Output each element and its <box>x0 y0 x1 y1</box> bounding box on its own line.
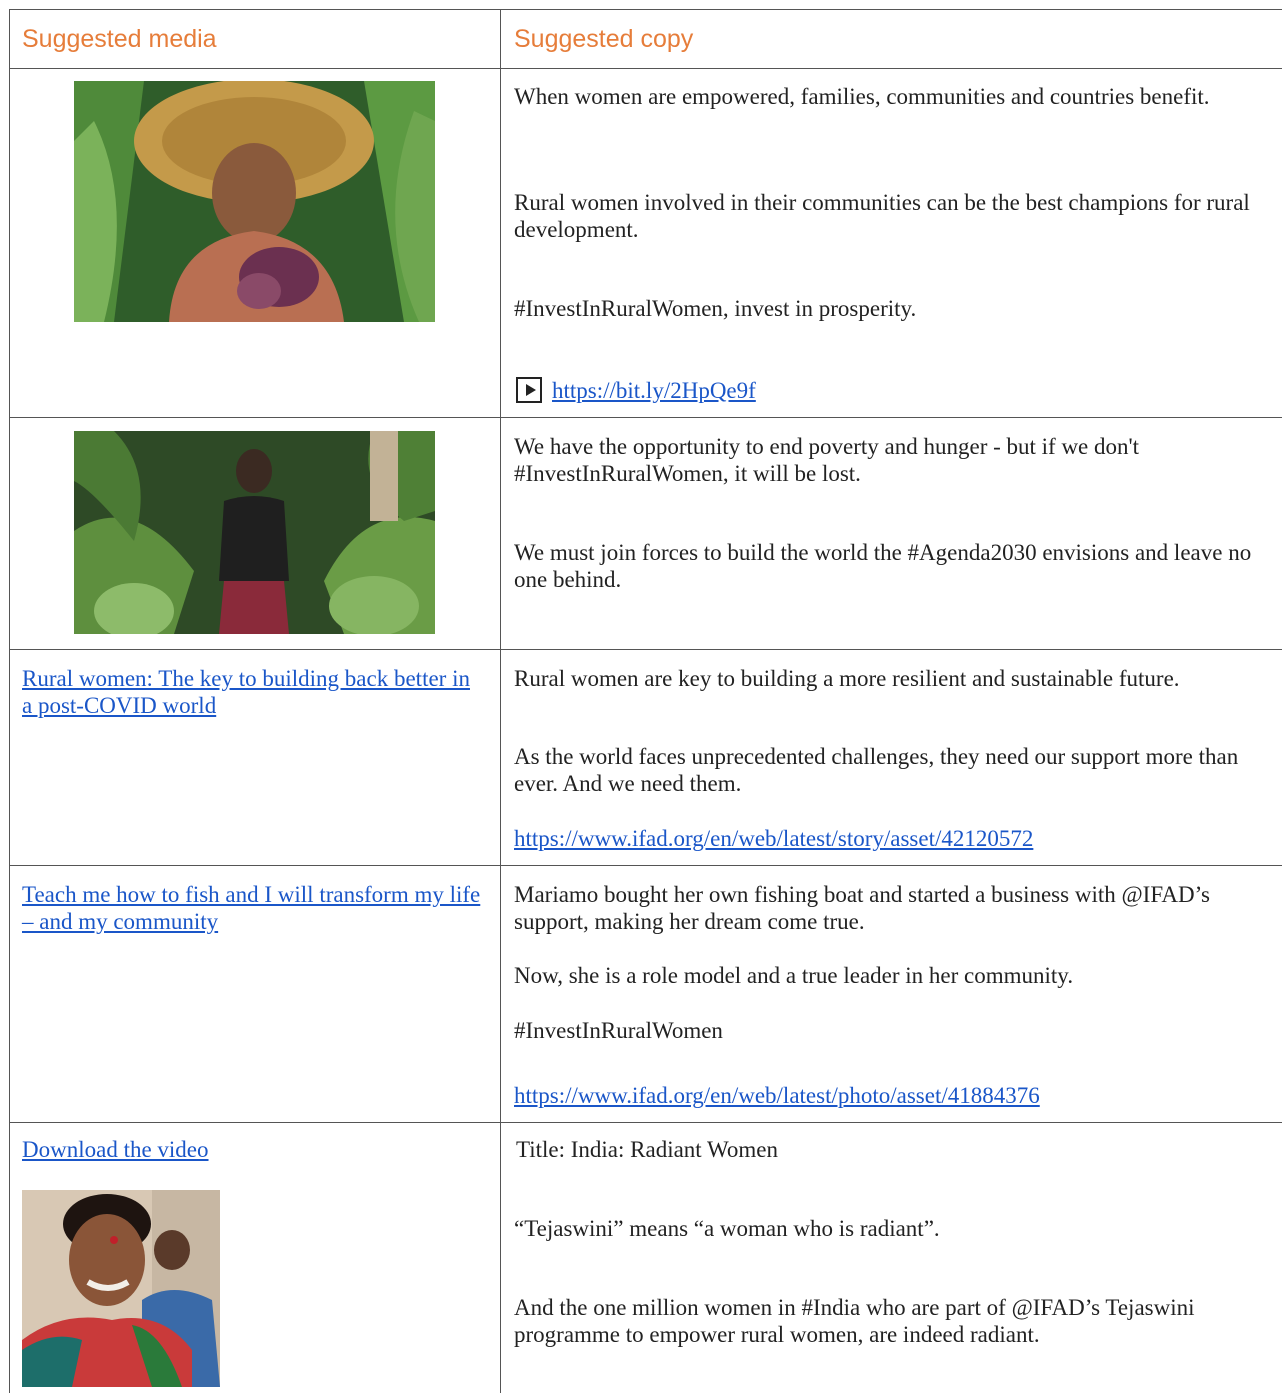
video-link-line: https://bit.ly/2HpQe9f <box>516 377 1276 404</box>
copy-paragraph: Rural women are key to building a more r… <box>514 666 1180 691</box>
video-short-link[interactable]: https://bit.ly/2HpQe9f <box>552 378 756 403</box>
article-link-rural-women-post-covid[interactable]: Rural women: The key to building back be… <box>22 665 482 719</box>
copy-paragraph: We must join forces to build the world t… <box>514 540 1252 592</box>
header-suggested-copy: Suggested copy <box>514 25 694 53</box>
header-divider <box>9 68 1282 69</box>
row-divider <box>9 649 1282 650</box>
woman-straw-hat-photo <box>74 81 435 322</box>
table-border-left <box>9 9 10 1393</box>
video-title: Title: India: Radiant Women <box>516 1137 778 1162</box>
download-video-link[interactable]: Download the video <box>22 1136 482 1163</box>
smiling-woman-photo <box>22 1190 220 1387</box>
copy-paragraph: #InvestInRuralWomen <box>514 1018 723 1043</box>
row-divider <box>9 417 1282 418</box>
copy-paragraph: #InvestInRuralWomen, invest in prosperit… <box>514 296 917 321</box>
row-divider <box>9 1122 1282 1123</box>
copy-paragraph: And the one million women in #India who … <box>514 1295 1195 1347</box>
table-border-top <box>9 9 1282 10</box>
copy-paragraph: “Tejaswini” means “a woman who is radian… <box>514 1216 940 1241</box>
column-divider <box>500 9 501 1393</box>
copy-paragraph: Mariamo bought her own fishing boat and … <box>514 882 1210 934</box>
story-asset-link[interactable]: https://www.ifad.org/en/web/latest/story… <box>514 825 1274 852</box>
article-link-teach-me-to-fish[interactable]: Teach me how to fish and I will transfor… <box>22 881 482 935</box>
header-suggested-media: Suggested media <box>22 25 217 53</box>
copy-paragraph: When women are empowered, families, comm… <box>514 84 1210 109</box>
photo-asset-link[interactable]: https://www.ifad.org/en/web/latest/photo… <box>514 1082 1274 1109</box>
copy-paragraph: Now, she is a role model and a true lead… <box>514 963 1074 988</box>
copy-paragraph: Rural women involved in their communitie… <box>514 190 1250 242</box>
woman-banana-plantation-photo <box>74 431 435 634</box>
video-play-icon <box>516 377 542 403</box>
copy-paragraph: We have the opportunity to end poverty a… <box>514 434 1140 486</box>
copy-paragraph: As the world faces unprecedented challen… <box>514 744 1239 796</box>
media-copy-table: Suggested media Suggested copy When wome… <box>9 9 1282 1393</box>
row-divider <box>9 865 1282 866</box>
